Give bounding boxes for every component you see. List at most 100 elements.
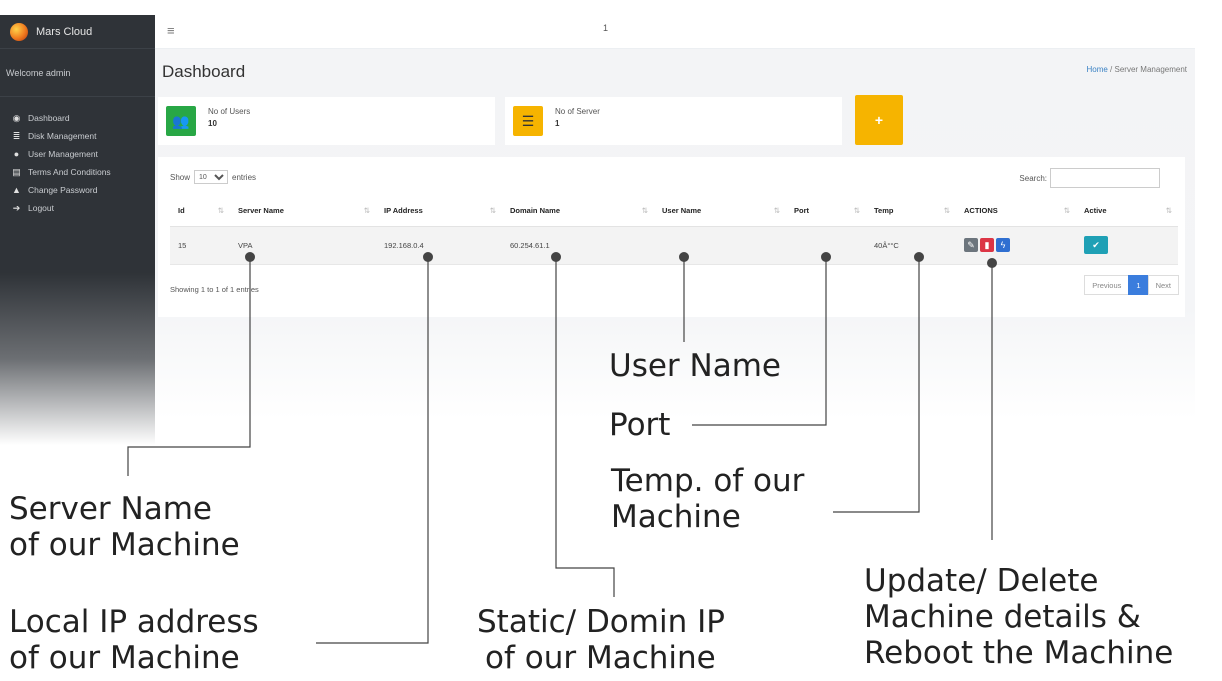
column-header-user-name[interactable]: User Name ⇅ bbox=[654, 195, 786, 227]
column-header-actions[interactable]: ACTIONS ⇅ bbox=[956, 195, 1076, 227]
page-1-button[interactable]: 1 bbox=[1128, 275, 1149, 295]
column-header-server-name[interactable]: Server Name ⇅ bbox=[230, 195, 376, 227]
column-label: User Name bbox=[662, 205, 702, 215]
search-control: Search: bbox=[1019, 168, 1160, 188]
annotation-server-name-line1: Server Name bbox=[9, 491, 212, 527]
column-label: Temp bbox=[874, 205, 894, 215]
annotation-server-name-line2: of our Machine bbox=[9, 527, 240, 563]
servers-card: ☰ No of Server 1 bbox=[505, 97, 842, 145]
servers-card-value: 1 bbox=[555, 118, 560, 128]
sort-icon: ⇅ bbox=[489, 205, 496, 215]
annotation-actions-line1: Update/ Delete bbox=[864, 563, 1099, 599]
next-page-button[interactable]: Next bbox=[1147, 275, 1179, 295]
annotation-actions: Update/ Delete Machine details & Reboot … bbox=[864, 563, 1173, 671]
brand[interactable]: Mars Cloud bbox=[0, 15, 155, 49]
breadcrumb: Home / Server Management bbox=[1086, 65, 1187, 74]
sort-icon: ⇅ bbox=[943, 205, 950, 215]
sort-icon: ⇅ bbox=[1063, 205, 1070, 215]
user-icon: ● bbox=[13, 149, 20, 159]
annotation-local-ip-line1: Local IP address bbox=[9, 604, 259, 640]
cell-temp: 40Â°°C bbox=[866, 226, 956, 265]
cell-server-name: VPA bbox=[230, 226, 376, 265]
entries-label: entries bbox=[232, 172, 257, 182]
users-card: 👥 No of Users 10 bbox=[158, 97, 495, 145]
server-table: Id ⇅ Server Name ⇅ IP Address ⇅ Domain Name… bbox=[170, 195, 1178, 265]
servers-card-label: No of Server bbox=[555, 106, 600, 116]
welcome-text: Welcome admin bbox=[0, 49, 155, 97]
column-label: Domain Name bbox=[510, 205, 561, 215]
annotation-actions-line2: Machine details & bbox=[864, 599, 1141, 635]
search-label: Search: bbox=[1019, 173, 1047, 183]
users-icon: 👥 bbox=[166, 106, 196, 136]
annotation-temp-line2: Machine bbox=[611, 499, 741, 535]
annotation-actions-line3: Reboot the Machine bbox=[864, 635, 1174, 671]
search-input[interactable] bbox=[1050, 168, 1160, 188]
sort-icon: ⇅ bbox=[1165, 205, 1172, 215]
reboot-icon[interactable]: ϟ bbox=[996, 238, 1010, 252]
annotation-local-ip: Local IP address of our Machine bbox=[9, 604, 259, 676]
cell-user-name bbox=[654, 226, 786, 265]
show-label: Show bbox=[170, 172, 191, 182]
column-header-temp[interactable]: Temp ⇅ bbox=[866, 195, 956, 227]
column-header-domain-name[interactable]: Domain Name ⇅ bbox=[502, 195, 654, 227]
sidebar-item-label: Disk Management bbox=[28, 131, 97, 141]
app-title: Mars Cloud bbox=[36, 25, 93, 38]
sidebar-item-user-management[interactable]: ● User Management bbox=[0, 145, 155, 163]
server-icon: ☰ bbox=[513, 106, 543, 136]
entries-length-control: Show 10 entries bbox=[170, 170, 256, 184]
table-header-row: Id ⇅ Server Name ⇅ IP Address ⇅ Domain Name… bbox=[170, 195, 1178, 227]
sidebar-item-label: Change Password bbox=[28, 185, 98, 195]
users-card-value: 10 bbox=[208, 118, 217, 128]
cell-actions: ✎ ▮ ϟ bbox=[956, 226, 1076, 265]
sort-icon: ⇅ bbox=[217, 205, 224, 215]
annotation-static-ip: Static/ Domin IP of our Machine bbox=[477, 604, 725, 676]
annotation-static-ip-line2: of our Machine bbox=[485, 640, 716, 676]
breadcrumb-current: Server Management bbox=[1114, 65, 1187, 74]
column-label: Server Name bbox=[238, 205, 284, 215]
top-bar: ≡ 1 bbox=[155, 15, 1195, 49]
annotation-temp: Temp. of our Machine bbox=[611, 463, 804, 535]
column-header-port[interactable]: Port ⇅ bbox=[786, 195, 866, 227]
planet-logo-icon bbox=[10, 22, 28, 41]
sort-icon: ⇅ bbox=[773, 205, 780, 215]
column-header-ip-address[interactable]: IP Address ⇅ bbox=[376, 195, 502, 227]
annotation-server-name: Server Name of our Machine bbox=[9, 491, 240, 563]
hamburger-icon[interactable]: ≡ bbox=[167, 23, 175, 38]
column-label: Port bbox=[794, 205, 809, 215]
column-label: Active bbox=[1084, 205, 1107, 215]
column-header-active[interactable]: Active ⇅ bbox=[1076, 195, 1178, 227]
top-bar-indicator: 1 bbox=[603, 23, 609, 33]
column-label: ACTIONS bbox=[964, 205, 998, 215]
edit-icon[interactable]: ✎ bbox=[964, 238, 978, 252]
sidebar-item-label: User Management bbox=[28, 149, 98, 159]
sidebar-item-logout[interactable]: ➔ Logout bbox=[0, 199, 155, 217]
active-toggle-button[interactable]: ✔ bbox=[1084, 236, 1108, 254]
annotated-screenshot: Mars Cloud Welcome admin ◉ Dashboard ≣ D… bbox=[0, 0, 1222, 681]
annotation-local-ip-line2: of our Machine bbox=[9, 640, 240, 676]
sidebar-item-change-password[interactable]: ▲ Change Password bbox=[0, 181, 155, 199]
table-info: Showing 1 to 1 of 1 entries bbox=[170, 285, 259, 294]
pagination: Previous 1 Next bbox=[1084, 275, 1179, 295]
sidebar-item-disk-management[interactable]: ≣ Disk Management bbox=[0, 127, 155, 145]
cell-active: ✔ bbox=[1076, 226, 1178, 265]
entries-select[interactable]: 10 bbox=[194, 170, 229, 184]
sidebar-item-label: Terms And Conditions bbox=[28, 167, 111, 177]
logout-icon: ➔ bbox=[12, 202, 21, 213]
disk-icon: ≣ bbox=[12, 130, 21, 141]
column-header-id[interactable]: Id ⇅ bbox=[170, 195, 230, 227]
sidebar: Mars Cloud Welcome admin ◉ Dashboard ≣ D… bbox=[0, 15, 155, 445]
sidebar-item-terms[interactable]: ▤ Terms And Conditions bbox=[0, 163, 155, 181]
delete-icon[interactable]: ▮ bbox=[980, 238, 994, 252]
annotation-static-ip-line1: Static/ Domin IP bbox=[477, 604, 725, 640]
breadcrumb-home-link[interactable]: Home bbox=[1086, 65, 1107, 74]
breadcrumb-separator: / bbox=[1110, 65, 1113, 74]
users-card-label: No of Users bbox=[208, 106, 251, 116]
document-icon: ▤ bbox=[12, 166, 21, 177]
column-label: Id bbox=[178, 205, 185, 215]
sidebar-item-label: Dashboard bbox=[28, 113, 70, 123]
previous-page-button[interactable]: Previous bbox=[1084, 275, 1130, 295]
add-server-button[interactable]: + bbox=[855, 95, 903, 145]
table-row: 15 VPA 192.168.0.4 60.254.61.1 40Â°°C ✎ ▮… bbox=[170, 226, 1178, 265]
annotation-port: Port bbox=[609, 407, 671, 443]
sidebar-item-dashboard[interactable]: ◉ Dashboard bbox=[0, 109, 155, 127]
